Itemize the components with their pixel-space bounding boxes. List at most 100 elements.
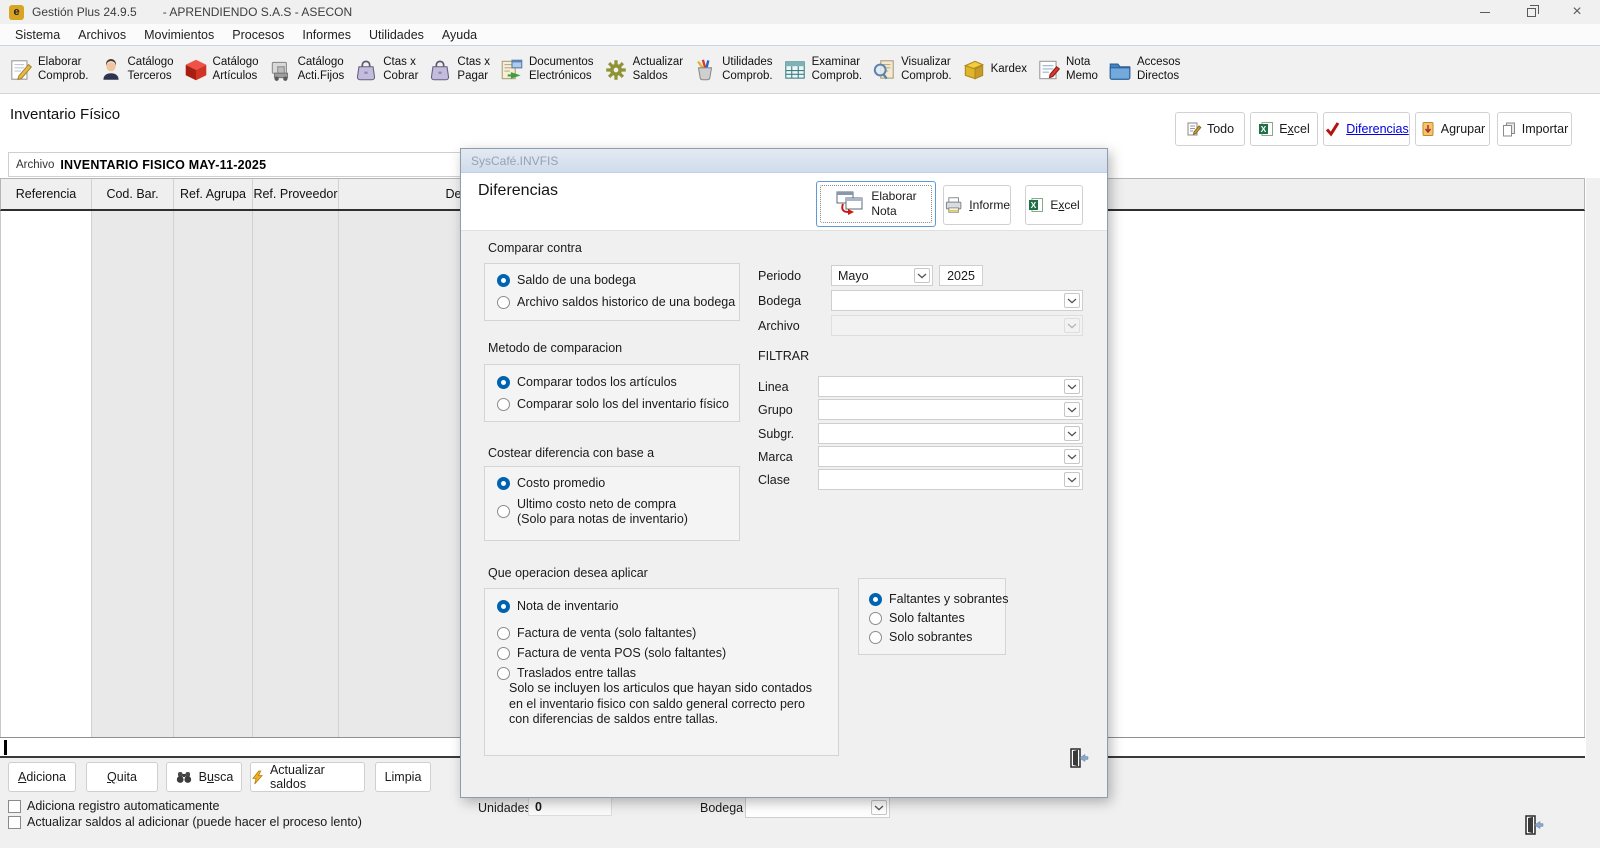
year-field[interactable]: 2025 — [939, 265, 983, 286]
radio-archivo-historico[interactable]: Archivo saldos historico de una bodega — [497, 294, 735, 310]
toolbar-ctas-x-cobrar[interactable]: Ctas xCobrar — [353, 56, 418, 83]
agrupar-label: Agrupar — [1441, 122, 1485, 136]
chevron-down-icon — [1064, 449, 1080, 464]
radio-icon — [497, 667, 510, 680]
toolbar-examinar-comprob[interactable]: ExaminarComprob. — [782, 56, 863, 83]
restore-button[interactable] — [1508, 0, 1554, 24]
subgrupo-combobox[interactable] — [818, 423, 1083, 444]
elaborar-nota-button[interactable]: ElaborarNota — [816, 181, 936, 227]
todo-label: Todo — [1207, 122, 1234, 136]
toolbar-documentos-electronicos[interactable]: DocumentosElectrónicos — [499, 56, 594, 83]
checkbox-actualizar-saldos-label: Actualizar saldos al adicionar (puede ha… — [27, 815, 362, 829]
radio-ultimo-costo[interactable]: Ultimo costo neto de compra (Solo para n… — [497, 497, 688, 527]
radio-saldo-bodega[interactable]: Saldo de una bodega — [497, 272, 636, 288]
quita-label: Quita — [107, 770, 137, 784]
blue-folder-icon — [1107, 57, 1133, 83]
bag-icon — [353, 57, 379, 83]
toolbar-ctas-x-pagar[interactable]: Ctas xPagar — [427, 56, 490, 83]
operacion-group: Nota de inventario Factura de venta (sol… — [484, 588, 839, 756]
dialog-excel-button[interactable]: X Excel — [1025, 185, 1083, 225]
text-cursor — [4, 740, 7, 755]
radio-factura-venta[interactable]: Factura de venta (solo faltantes) — [497, 625, 696, 641]
toolbar-catalogo-terceros[interactable]: CatálogoTerceros — [98, 56, 174, 83]
col-ref-agrupa[interactable]: Ref. Agrupa — [173, 179, 252, 209]
radio-costo-promedio[interactable]: Costo promedio — [497, 475, 605, 491]
bodega-footer-combobox[interactable] — [745, 797, 890, 818]
checkbox-icon — [8, 816, 21, 829]
radio-factura-venta-pos[interactable]: Factura de venta POS (solo faltantes) — [497, 645, 726, 661]
col-referencia[interactable]: Referencia — [1, 179, 91, 209]
checkbox-actualizar-saldos[interactable]: Actualizar saldos al adicionar (puede ha… — [8, 814, 362, 830]
menubar: Sistema Archivos Movimientos Procesos In… — [0, 24, 1600, 45]
grupo-combobox[interactable] — [818, 399, 1083, 420]
gestion-plus-logo-icon: е — [9, 5, 24, 20]
radio-selected-icon — [497, 376, 510, 389]
close-button[interactable]: × — [1554, 0, 1600, 24]
col-cod-bar[interactable]: Cod. Bar. — [91, 179, 173, 209]
linea-combobox[interactable] — [818, 376, 1083, 397]
diferencias-button[interactable]: Diferencias — [1323, 112, 1410, 146]
toolbar-nota-memo[interactable]: NotaMemo — [1036, 56, 1098, 83]
col-ref-proveedor[interactable]: Ref. Proveedor — [252, 179, 338, 209]
minimize-button[interactable] — [1462, 0, 1508, 24]
limpia-button[interactable]: Limpia — [375, 762, 431, 792]
archivo-bar[interactable]: Archivo INVENTARIO FISICO MAY-11-2025 — [8, 152, 538, 177]
informe-label: Informe — [969, 198, 1010, 212]
radio-solo-faltantes[interactable]: Solo faltantes — [869, 610, 965, 626]
elaborar-nota-label: ElaborarNota — [871, 189, 916, 219]
traslados-note: Solo se incluyen los articulos que hayan… — [509, 681, 831, 728]
clase-combobox[interactable] — [818, 469, 1083, 490]
toolbar-catalogo-actifijos[interactable]: CatálogoActi.Fijos — [268, 56, 345, 83]
adiciona-button[interactable]: Adiciona — [8, 762, 76, 792]
menu-archivos[interactable]: Archivos — [69, 28, 135, 42]
svg-text:X: X — [1031, 200, 1037, 210]
excel-button[interactable]: X Excel — [1250, 112, 1318, 146]
quita-button[interactable]: Quita — [86, 762, 158, 792]
toolbar-accesos-directos[interactable]: AccesosDirectos — [1107, 56, 1180, 83]
bodega-label: Bodega — [758, 294, 801, 308]
app-title: Gestión Plus 24.9.5 — [32, 5, 137, 19]
dialog-titlebar-text: SysCafé.INVFIS — [471, 154, 558, 168]
toolbar-actualizar-saldos[interactable]: ActualizarSaldos — [603, 56, 684, 83]
radio-faltantes-sobrantes-label: Faltantes y sobrantes — [889, 592, 1009, 606]
menu-procesos[interactable]: Procesos — [223, 28, 293, 42]
menu-ayuda[interactable]: Ayuda — [433, 28, 486, 42]
bodega-combobox[interactable] — [831, 290, 1083, 311]
costear-group: Costo promedio Ultimo costo neto de comp… — [484, 466, 740, 541]
exit-button[interactable] — [1520, 812, 1546, 838]
toolbar-elaborar-comprob[interactable]: ElaborarComprob. — [8, 56, 89, 83]
todo-button[interactable]: Todo — [1175, 112, 1245, 146]
radio-comparar-todos[interactable]: Comparar todos los artículos — [497, 374, 677, 390]
dialog-heading: Diferencias — [478, 182, 558, 200]
chevron-down-icon — [1064, 379, 1080, 394]
toolbar-visualizar-comprob[interactable]: VisualizarComprob. — [871, 56, 952, 83]
menu-informes[interactable]: Informes — [293, 28, 360, 42]
bag-icon — [427, 57, 453, 83]
radio-nota-inventario[interactable]: Nota de inventario — [497, 598, 618, 614]
toolbar-kardex[interactable]: Kardex — [961, 57, 1027, 83]
informe-button[interactable]: Informe — [943, 185, 1011, 225]
menu-movimientos[interactable]: Movimientos — [135, 28, 223, 42]
busca-button[interactable]: Busca — [166, 762, 242, 792]
periodo-combobox[interactable]: Mayo — [831, 265, 933, 286]
menu-sistema[interactable]: Sistema — [6, 28, 69, 42]
marca-combobox[interactable] — [818, 446, 1083, 467]
importar-button[interactable]: Importar — [1497, 112, 1572, 146]
toolbar-utilidades-comprob[interactable]: UtilidadesComprob. — [692, 56, 773, 83]
dialog-titlebar: SysCafé.INVFIS — [461, 149, 1107, 173]
archivo-value: INVENTARIO FISICO MAY-11-2025 — [60, 158, 266, 172]
agrupar-button[interactable]: Agrupar — [1415, 112, 1490, 146]
radio-comparar-solo-fisico[interactable]: Comparar solo los del inventario físico — [497, 396, 729, 412]
checkbox-icon — [8, 800, 21, 813]
limpia-label: Limpia — [385, 770, 422, 784]
checkbox-adiciona-auto[interactable]: Adiciona registro automaticamente — [8, 798, 219, 814]
actualizar-saldos-button[interactable]: Actualizar saldos — [250, 762, 365, 792]
toolbar-catalogo-articulos[interactable]: CatálogoArtículos — [183, 56, 259, 83]
magnifier-doc-icon — [871, 57, 897, 83]
radio-icon — [497, 505, 510, 518]
radio-traslados-tallas[interactable]: Traslados entre tallas — [497, 665, 636, 681]
menu-utilidades[interactable]: Utilidades — [360, 28, 433, 42]
radio-faltantes-sobrantes[interactable]: Faltantes y sobrantes — [869, 591, 1009, 607]
dialog-exit-button[interactable] — [1065, 745, 1091, 771]
radio-solo-sobrantes[interactable]: Solo sobrantes — [869, 629, 972, 645]
